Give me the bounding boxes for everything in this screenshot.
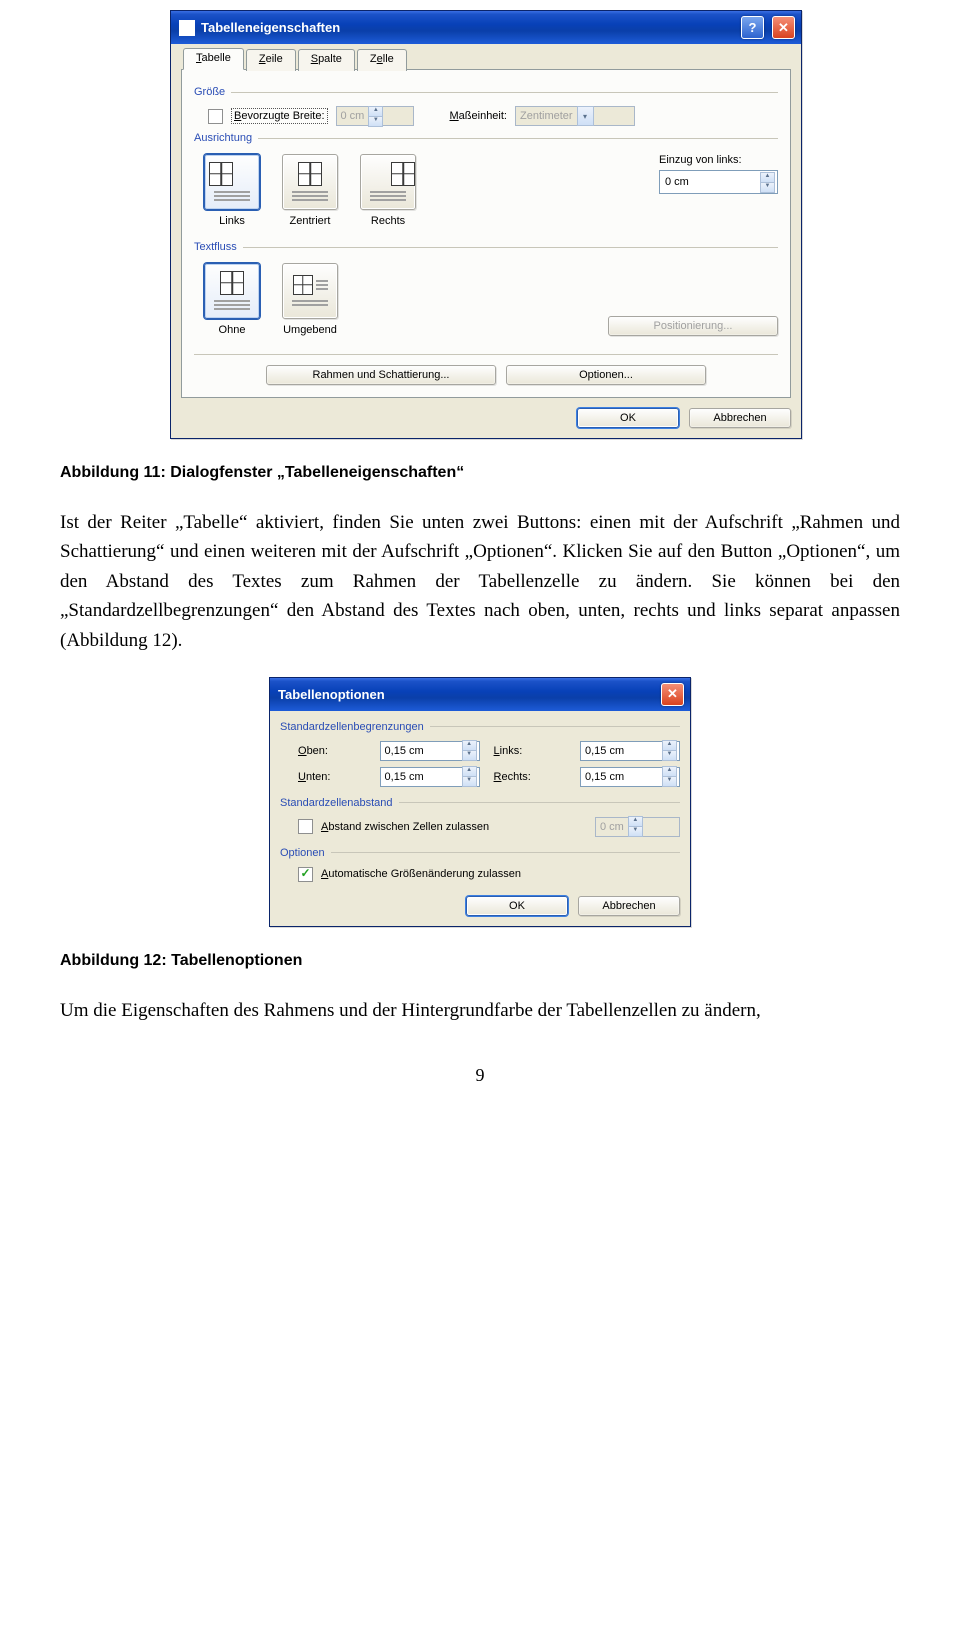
unit-combobox: Zentimeter ▾ (515, 106, 635, 126)
window-title: Tabellenoptionen (278, 687, 385, 702)
table-options-dialog: Tabellenoptionen ✕ Standardzellenbegrenz… (269, 677, 691, 927)
page-number: 9 (60, 1065, 900, 1086)
auto-resize-label: Automatische Größenänderung zulassen (321, 868, 521, 880)
align-left-option[interactable]: Links (204, 154, 260, 227)
auto-resize-checkbox[interactable] (298, 867, 313, 882)
figure-caption-12: Abbildung 12: Tabellenoptionen (60, 949, 900, 974)
right-label: Rechts: (494, 771, 566, 783)
app-icon (179, 20, 195, 36)
group-size: Größe (194, 86, 778, 98)
preferred-width-checkbox[interactable] (208, 109, 223, 124)
options-button[interactable]: Optionen... (506, 365, 706, 385)
cancel-button[interactable]: Abbrechen (689, 408, 791, 428)
tab-column[interactable]: Spalte (298, 49, 355, 71)
figure-caption-11: Abbildung 11: Dialogfenster „Tabelleneig… (60, 461, 900, 486)
positioning-button: Positionierung... (608, 316, 778, 336)
body-paragraph-2: Um die Eigenschaften des Rahmens und der… (60, 996, 900, 1025)
table-align-right-icon (391, 162, 415, 186)
wrap-around-option[interactable]: Umgebend (282, 263, 338, 336)
titlebar[interactable]: Tabellenoptionen ✕ (270, 678, 690, 711)
chevron-down-icon: ▾ (577, 106, 594, 126)
tabs: Tabelle Zeile Spalte Zelle (181, 48, 791, 70)
table-align-center-icon (298, 162, 322, 186)
indent-label: Einzug von links: (659, 154, 778, 166)
preferred-width-input: 0 cm ▲▼ (336, 106, 414, 126)
align-right-option[interactable]: Rechts (360, 154, 416, 227)
ok-button[interactable]: OK (577, 408, 679, 428)
group-options: Optionen (280, 847, 680, 859)
indent-from-left: Einzug von links: 0 cm ▲▼ (639, 154, 778, 194)
top-label: Oben: (298, 745, 366, 757)
table-align-left-icon (209, 162, 233, 186)
spinner-icon[interactable]: ▲▼ (760, 172, 775, 193)
window-title: Tabelleneigenschaften (201, 20, 340, 35)
bottom-input[interactable]: 0,15 cm▲▼ (380, 767, 480, 787)
spacing-input: 0 cm▲▼ (595, 817, 680, 837)
tab-row[interactable]: Zeile (246, 49, 296, 71)
wrap-none-option[interactable]: Ohne (204, 263, 260, 336)
preferred-width-label: Bevorzugte Breite: (231, 108, 328, 124)
group-alignment: Ausrichtung (194, 132, 778, 144)
body-paragraph-1: Ist der Reiter „Tabelle“ aktiviert, find… (60, 508, 900, 655)
left-label: Links: (494, 745, 566, 757)
close-button[interactable]: ✕ (661, 683, 684, 706)
indent-input[interactable]: 0 cm ▲▼ (659, 170, 778, 194)
group-textflow: Textfluss (194, 241, 778, 253)
close-button[interactable]: ✕ (772, 16, 795, 39)
tab-cell[interactable]: Zelle (357, 49, 407, 71)
table-properties-dialog: Tabelleneigenschaften ? ✕ Tabelle Zeile … (170, 10, 802, 439)
tab-panel-table: Größe Bevorzugte Breite: 0 cm ▲▼ Maßeinh… (181, 69, 791, 398)
help-button[interactable]: ? (741, 16, 764, 39)
table-wrap-none-icon (220, 271, 244, 295)
allow-spacing-label: Abstand zwischen Zellen zulassen (321, 821, 489, 833)
ok-button[interactable]: OK (466, 896, 568, 916)
spinner-icon: ▲▼ (368, 106, 383, 127)
align-center-option[interactable]: Zentriert (282, 154, 338, 227)
right-input[interactable]: 0,15 cm▲▼ (580, 767, 680, 787)
group-cell-margins: Standardzellenbegrenzungen (280, 721, 680, 733)
allow-spacing-checkbox[interactable] (298, 819, 313, 834)
top-input[interactable]: 0,15 cm▲▼ (380, 741, 480, 761)
group-cell-spacing: Standardzellenabstand (280, 797, 680, 809)
left-input[interactable]: 0,15 cm▲▼ (580, 741, 680, 761)
titlebar[interactable]: Tabelleneigenschaften ? ✕ (171, 11, 801, 44)
unit-label: Maßeinheit: (450, 110, 507, 122)
cancel-button[interactable]: Abbrechen (578, 896, 680, 916)
bottom-label: Unten: (298, 771, 366, 783)
table-wrap-around-icon (293, 275, 313, 295)
border-shading-button[interactable]: Rahmen und Schattierung... (266, 365, 496, 385)
tab-table[interactable]: Tabelle (183, 48, 244, 70)
